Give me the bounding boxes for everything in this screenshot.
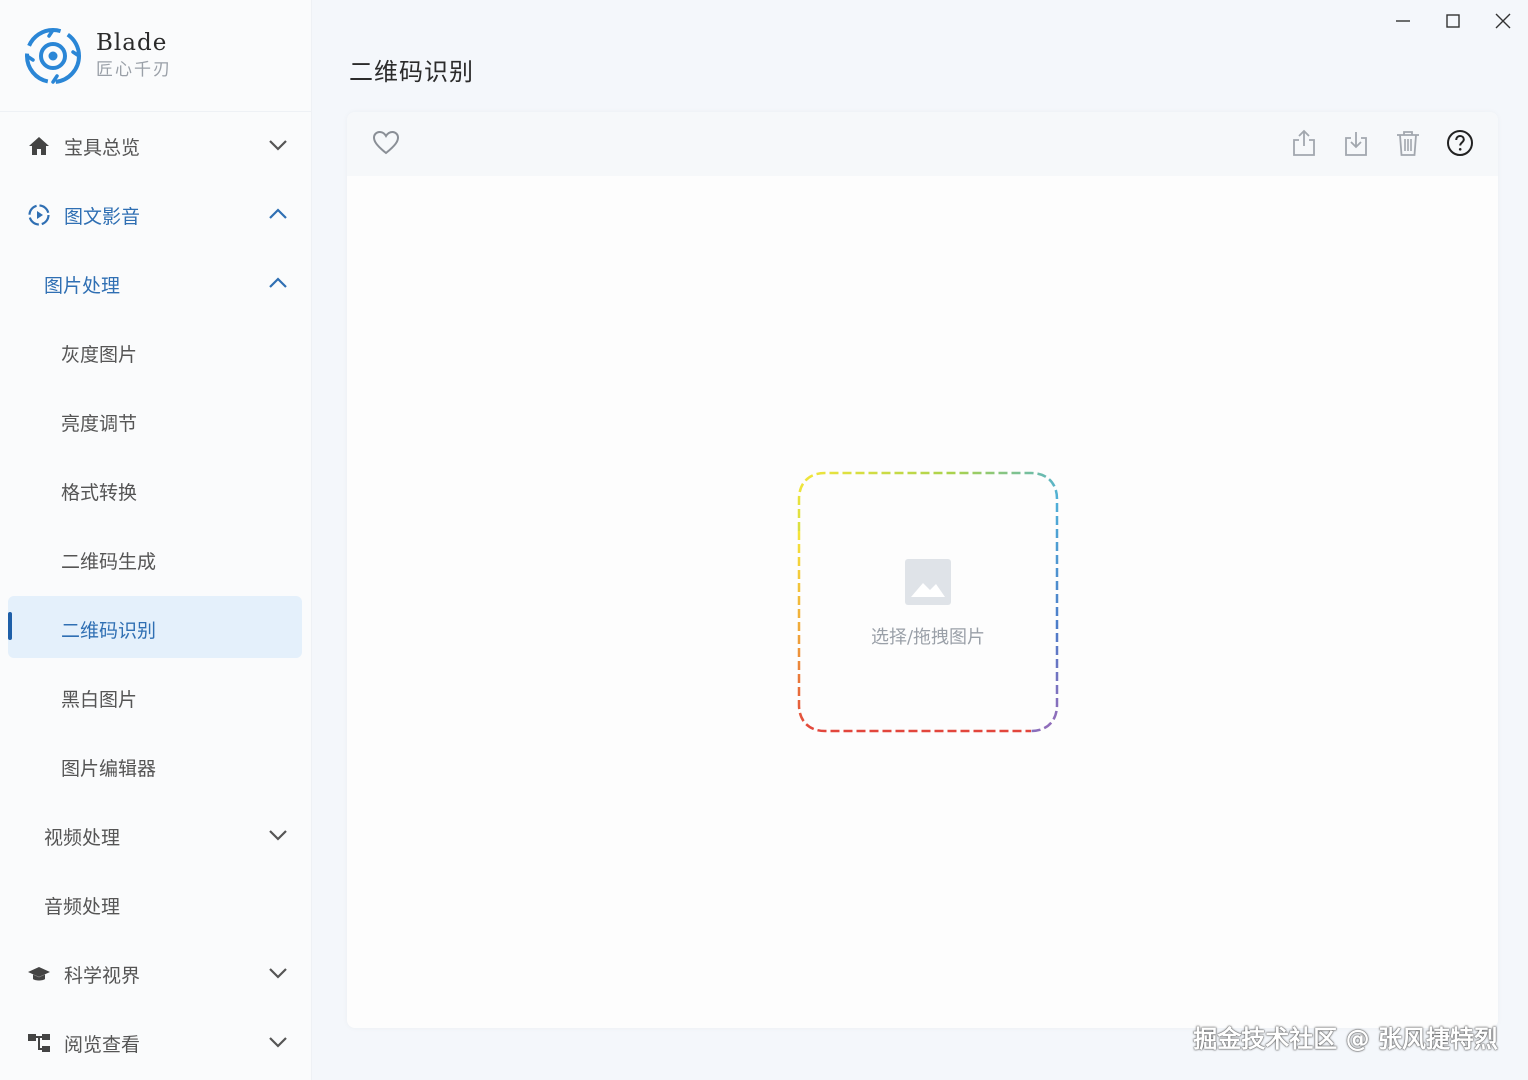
sidebar-item-science[interactable]: 科学视界 [0,940,312,1009]
image-icon [905,559,951,605]
share-button[interactable] [1289,128,1319,158]
brand: Blade 匠心千刃 [0,0,311,112]
maximize-icon [1446,14,1460,28]
sidebar-item-label: 图文影音 [64,206,141,228]
close-icon [1495,13,1511,29]
play-circle-icon [28,204,50,226]
sidebar-item-label: 灰度图片 [61,344,138,366]
page-title: 二维码识别 [349,58,474,86]
brand-subtitle: 匠心千刃 [96,59,172,80]
sidebar-item-label: 格式转换 [61,482,138,504]
help-icon [1447,130,1473,156]
sidebar-item-brightness[interactable]: 亮度调节 [0,388,312,457]
close-button[interactable] [1478,8,1528,34]
sidebar-item-label: 二维码识别 [61,620,157,642]
download-button[interactable] [1341,128,1371,158]
sitemap-icon [28,1034,50,1052]
help-button[interactable] [1445,128,1475,158]
sidebar-item-label: 二维码生成 [61,551,157,573]
sidebar-item-label: 宝具总览 [64,137,141,159]
sidebar-item-label: 科学视界 [64,965,141,987]
graduation-cap-icon [28,967,50,981]
sidebar: Blade 匠心千刃 宝具总览 图文影音 图片处理 灰度图片 亮度调节 格式转换… [0,0,312,1080]
sidebar-menu: 宝具总览 图文影音 图片处理 灰度图片 亮度调节 格式转换 二维码生成 二维码识… [0,112,312,1078]
sidebar-item-overview[interactable]: 宝具总览 [0,112,312,181]
sidebar-item-black-white[interactable]: 黑白图片 [0,664,312,733]
sidebar-item-grayscale[interactable]: 灰度图片 [0,319,312,388]
minimize-icon [1396,20,1410,22]
favorite-button[interactable] [371,128,401,158]
sidebar-item-label: 视频处理 [44,827,121,849]
sidebar-item-image-editor[interactable]: 图片编辑器 [0,733,312,802]
sidebar-item-label: 图片处理 [44,275,121,297]
sidebar-item-image-processing[interactable]: 图片处理 [0,250,312,319]
heart-icon [372,130,400,155]
chevron-down-icon [269,1037,287,1048]
home-icon [29,137,49,155]
download-icon [1345,132,1367,156]
blade-logo-icon [25,27,81,84]
sidebar-item-video-processing[interactable]: 视频处理 [0,802,312,871]
sidebar-item-audio-processing[interactable]: 音频处理 [0,871,312,940]
image-dropzone[interactable]: 选择/拖拽图片 [797,471,1059,733]
sidebar-item-qr-generate[interactable]: 二维码生成 [0,526,312,595]
maximize-button[interactable] [1428,8,1478,34]
share-icon [1293,129,1315,156]
minimize-button[interactable] [1378,8,1428,34]
sidebar-item-qr-recognize[interactable]: 二维码识别 [0,595,312,664]
window-controls [1378,8,1528,34]
sidebar-item-format-convert[interactable]: 格式转换 [0,457,312,526]
brand-name: Blade [96,29,168,56]
watermark: 掘金技术社区 @ 张风捷特烈 [1193,1025,1498,1053]
sidebar-item-label: 图片编辑器 [61,758,157,780]
sidebar-item-label: 音频处理 [44,896,121,918]
dropzone-label: 选择/拖拽图片 [870,627,986,648]
sidebar-item-browse[interactable]: 阅览查看 [0,1009,312,1078]
chevron-up-icon [269,208,287,219]
chevron-down-icon [269,968,287,979]
panel-toolbar [347,112,1498,176]
chevron-up-icon [269,277,287,288]
sidebar-item-label: 阅览查看 [64,1034,141,1056]
main-panel: 选择/拖拽图片 [347,112,1498,1028]
sidebar-item-label: 黑白图片 [61,689,138,711]
chevron-down-icon [269,830,287,841]
sidebar-item-label: 亮度调节 [61,413,138,435]
sidebar-item-media[interactable]: 图文影音 [0,181,312,250]
chevron-down-icon [269,140,287,151]
trash-icon [1397,131,1419,156]
delete-button[interactable] [1393,128,1423,158]
